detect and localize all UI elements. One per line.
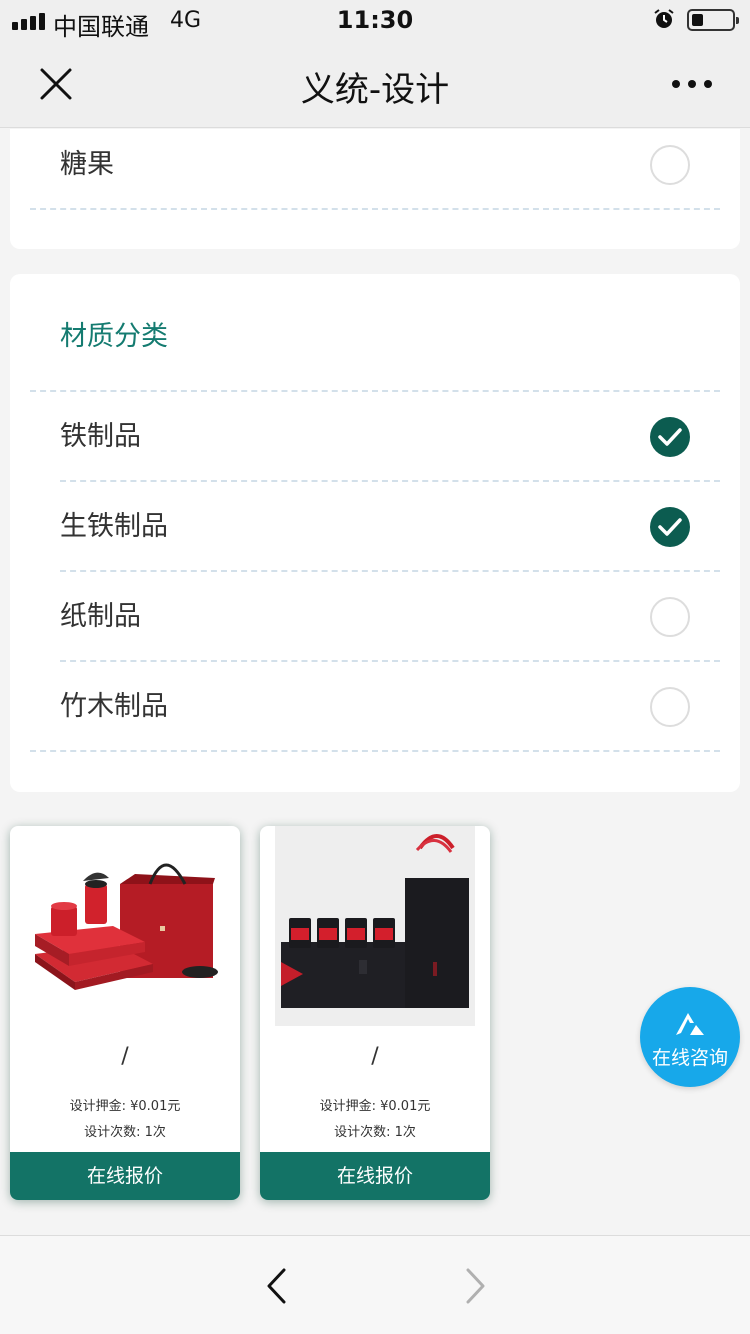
red-tea-gift-box-image [25, 826, 225, 1026]
consult-label: 在线咨询 [651, 1047, 728, 1069]
radio-unchecked-icon[interactable] [650, 145, 690, 185]
product-count: 设计次数: 1次 [334, 1125, 416, 1140]
product-card[interactable]: / 设计押金: ¥0.01元 设计次数: 1次 在线报价 [10, 826, 240, 1200]
category-card: 糖果 [10, 129, 740, 249]
section-title: 材质分类 [60, 321, 168, 352]
product-deposit: 设计押金: ¥0.01元 [69, 1099, 181, 1114]
option-row-paper[interactable]: 纸制品 [30, 572, 720, 662]
product-name: / [121, 1044, 129, 1069]
option-row-iron[interactable]: 铁制品 [30, 392, 720, 482]
battery-icon [687, 9, 739, 31]
option-label: 生铁制品 [60, 511, 168, 542]
option-row-candy[interactable]: 糖果 [30, 120, 720, 210]
option-label: 纸制品 [60, 601, 141, 632]
option-label: 铁制品 [60, 421, 141, 452]
radio-unchecked-icon[interactable] [650, 687, 690, 727]
product-card[interactable]: / 设计押金: ¥0.01元 设计次数: 1次 在线报价 [260, 826, 490, 1200]
consult-logo-icon [676, 1013, 704, 1035]
bottom-toolbar [0, 1235, 750, 1334]
chevron-right-icon[interactable] [460, 1266, 490, 1306]
black-tea-gift-box-image [275, 826, 475, 1026]
more-icon[interactable] [672, 80, 712, 88]
alarm-icon [654, 9, 674, 28]
radio-checked-icon[interactable] [650, 507, 690, 547]
option-label: 糖果 [60, 149, 114, 180]
option-row-bamboo-wood[interactable]: 竹木制品 [30, 662, 720, 752]
status-bar: 中国联通 4G 11:30 [0, 0, 750, 41]
quote-button[interactable]: 在线报价 [260, 1152, 490, 1200]
option-row-cast-iron[interactable]: 生铁制品 [30, 482, 720, 572]
option-label: 竹木制品 [60, 691, 168, 722]
product-deposit: 设计押金: ¥0.01元 [319, 1099, 431, 1114]
quote-button[interactable]: 在线报价 [10, 1152, 240, 1200]
online-consult-button[interactable]: 在线咨询 [640, 987, 740, 1087]
navigation-bar: 义统-设计 [0, 40, 750, 128]
page-title: 义统-设计 [300, 70, 450, 110]
divider [30, 750, 720, 752]
chevron-left-icon[interactable] [262, 1266, 292, 1306]
product-count: 设计次数: 1次 [84, 1125, 166, 1140]
radio-unchecked-icon[interactable] [650, 597, 690, 637]
product-name: / [371, 1044, 379, 1069]
material-card: 材质分类 铁制品 生铁制品 纸制品 竹木制品 [10, 274, 740, 792]
clock: 11:30 [336, 6, 414, 34]
divider [30, 208, 720, 210]
radio-checked-icon[interactable] [650, 417, 690, 457]
